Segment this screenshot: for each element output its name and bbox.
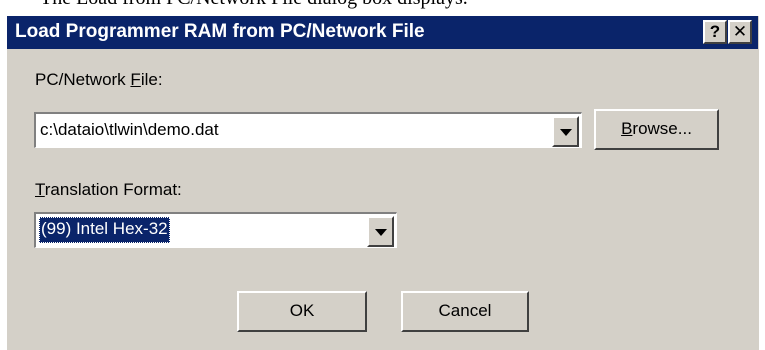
ok-button-label: OK xyxy=(289,301,315,320)
page-background-text: The Load from PC/Network File dialog box… xyxy=(40,0,468,10)
browse-button-label: Browse... xyxy=(621,119,692,138)
dialog-title-bar[interactable]: Load Programmer RAM from PC/Network File… xyxy=(7,16,758,49)
file-dropdown-button[interactable] xyxy=(552,116,579,147)
cancel-button-label: Cancel xyxy=(438,301,492,320)
pc-network-file-value[interactable]: c:\dataio\tlwin\demo.dat xyxy=(40,120,219,140)
chevron-down-icon xyxy=(374,228,387,236)
ok-button[interactable]: OK xyxy=(237,291,367,332)
help-icon: ? xyxy=(709,22,721,41)
dialog-title: Load Programmer RAM from PC/Network File xyxy=(15,21,425,42)
translation-format-select[interactable]: (99) Intel Hex-32 xyxy=(34,212,397,248)
format-dropdown-button[interactable] xyxy=(367,216,394,247)
close-button[interactable]: ✕ xyxy=(728,20,752,44)
browse-button[interactable]: Browse... xyxy=(594,109,719,150)
help-button[interactable]: ? xyxy=(703,20,727,44)
translation-format-label: Translation Format: xyxy=(35,180,182,199)
close-icon: ✕ xyxy=(732,22,748,41)
translation-format-selected-value[interactable]: (99) Intel Hex-32 xyxy=(39,217,170,243)
pc-network-file-label: PC/Network File: xyxy=(35,70,163,89)
chevron-down-icon xyxy=(559,128,572,136)
cancel-button[interactable]: Cancel xyxy=(401,291,529,332)
pc-network-file-combobox[interactable]: c:\dataio\tlwin\demo.dat xyxy=(34,112,582,148)
load-programmer-ram-dialog: Load Programmer RAM from PC/Network File… xyxy=(6,15,759,350)
